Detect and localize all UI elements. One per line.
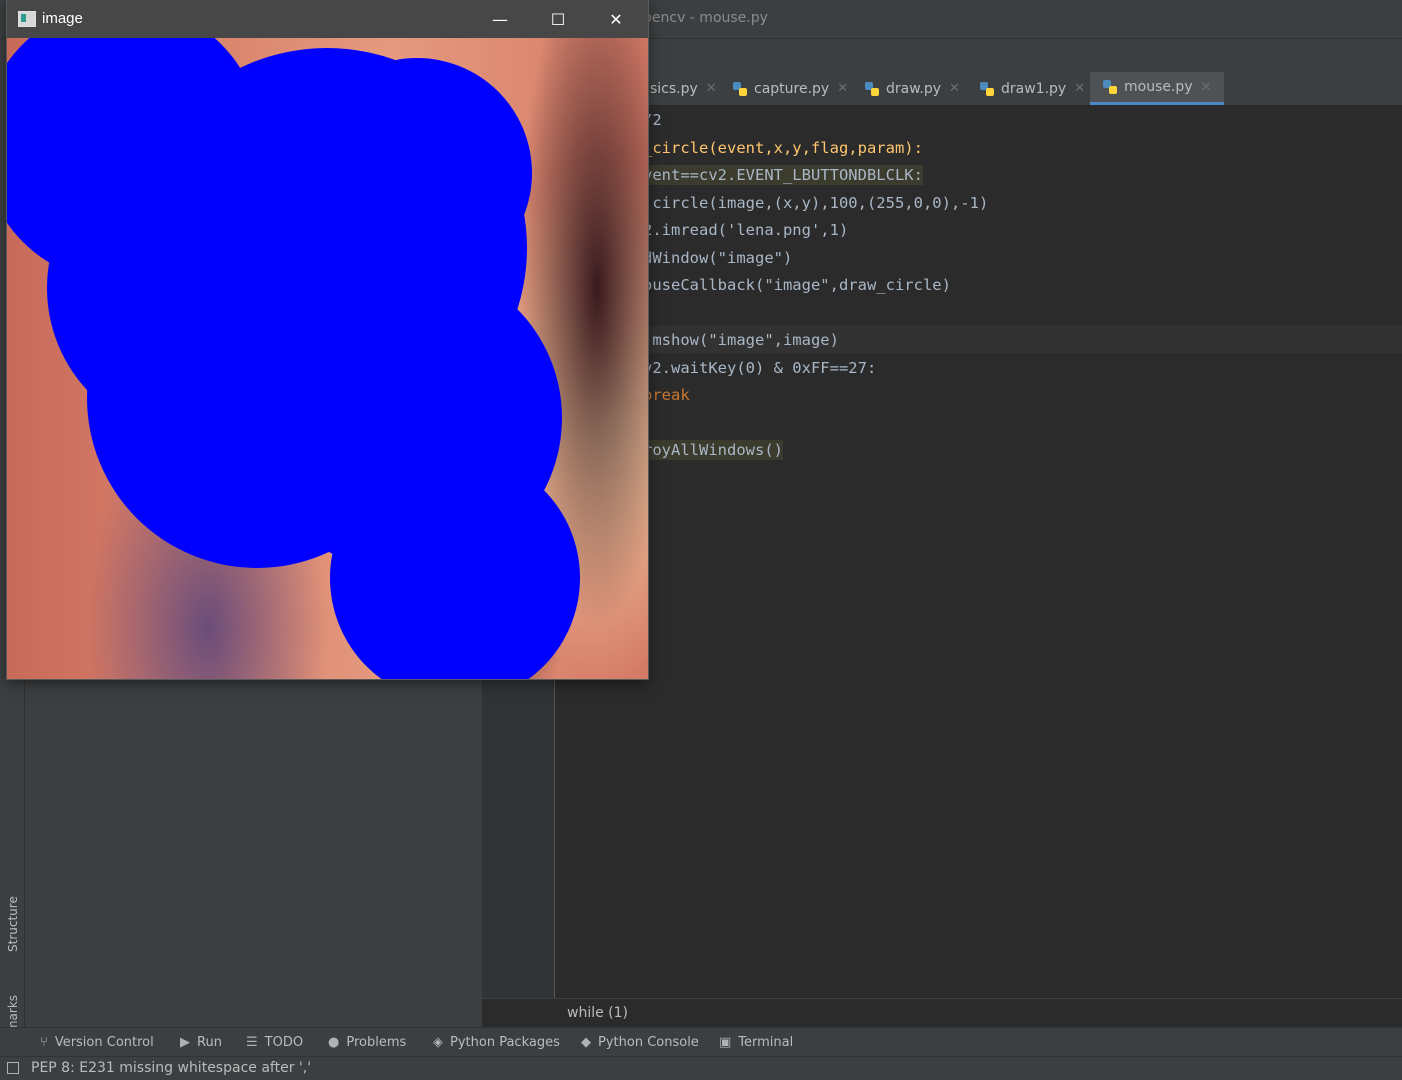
app-icon (18, 11, 36, 27)
close-icon[interactable]: ✕ (706, 81, 717, 96)
code-line: dWindow("image") (643, 249, 793, 267)
status-bar: PEP 8: E231 missing whitespace after ',' (0, 1056, 1402, 1080)
python-packages-button[interactable]: ◈ Python Packages (433, 1035, 560, 1050)
close-button[interactable]: ✕ (587, 0, 645, 38)
tool-label: Version Control (54, 1035, 154, 1050)
tab-label: mouse.py (1124, 79, 1193, 95)
version-control-button[interactable]: ⑂ Version Control (40, 1035, 154, 1050)
tab-mouse-py[interactable]: mouse.py ✕ (1090, 72, 1224, 105)
tool-label: Python Console (598, 1035, 699, 1050)
structure-label: Structure (6, 896, 20, 952)
close-icon[interactable]: ✕ (837, 81, 848, 96)
code-line: royAllWindows() (643, 440, 783, 460)
list-icon: ☰ (246, 1035, 258, 1050)
tab-sics-py[interactable]: sics.py ✕ (650, 72, 717, 105)
tool-label: Problems (346, 1035, 407, 1050)
run-button[interactable]: ▶ Run (180, 1035, 222, 1050)
tool-label: Python Packages (450, 1035, 560, 1050)
code-line: v2.waitKey(0) & 0xFF==27: (643, 359, 877, 377)
problems-button[interactable]: ● Problems (328, 1035, 406, 1050)
tool-label: Run (197, 1035, 222, 1050)
python-file-icon (864, 81, 880, 97)
drawn-circles (7, 38, 580, 679)
tab-capture-py[interactable]: capture.py ✕ (732, 72, 848, 105)
branch-icon: ⑂ (40, 1035, 48, 1050)
code-line: ouseCallback("image",draw_circle) (643, 276, 951, 294)
close-icon[interactable]: ✕ (1201, 80, 1212, 95)
layers-icon: ◈ (433, 1035, 443, 1050)
breadcrumb[interactable]: while (1) (482, 998, 1402, 1028)
ide-title-text: pencv - mouse.py (643, 10, 768, 26)
layout-toggle-icon[interactable] (7, 1062, 19, 1074)
terminal-icon: ▣ (719, 1035, 732, 1050)
run-icon: ▶ (180, 1035, 190, 1050)
tab-label: capture.py (754, 80, 830, 97)
opencv-window-title: image (42, 10, 83, 27)
opencv-window[interactable]: image — ☐ ✕ (7, 0, 648, 679)
python-icon: ◆ (581, 1035, 591, 1050)
tab-label: sics.py (650, 80, 698, 97)
code-line: .mshow("image",image) (643, 331, 839, 349)
tab-draw-py[interactable]: draw.py ✕ (864, 72, 960, 105)
tab-label: draw.py (886, 80, 942, 97)
status-message: PEP 8: E231 missing whitespace after ',' (31, 1060, 312, 1076)
todo-button[interactable]: ☰ TODO (246, 1035, 303, 1050)
maximize-button[interactable]: ☐ (529, 0, 587, 38)
python-console-button[interactable]: ◆ Python Console (581, 1035, 699, 1050)
code-line: .circle(image,(x,y),100,(255,0,0),-1) (643, 194, 989, 212)
python-file-icon (1102, 79, 1118, 95)
warning-icon: ● (328, 1035, 340, 1050)
tool-window-bar: ⑂ Version Control ▶ Run ☰ TODO ● Problems ◈ P… (0, 1027, 1402, 1057)
close-icon[interactable]: ✕ (949, 81, 960, 96)
image-canvas[interactable] (7, 38, 648, 679)
tab-label: draw1.py (1001, 80, 1067, 97)
tool-label: TODO (264, 1035, 304, 1050)
tool-label: Terminal (738, 1035, 794, 1050)
code-line: break (643, 386, 690, 404)
python-file-icon (732, 81, 748, 97)
opencv-title-bar[interactable]: image — ☐ ✕ (7, 0, 648, 38)
code-line: 2.imread('lena.png',1) (643, 221, 849, 239)
close-icon[interactable]: ✕ (1074, 81, 1085, 96)
minimize-button[interactable]: — (471, 0, 529, 38)
tab-draw1-py[interactable]: draw1.py ✕ (979, 72, 1085, 105)
code-line: vent==cv2.EVENT_LBUTTONDBLCLK: (643, 165, 923, 185)
terminal-button[interactable]: ▣ Terminal (719, 1035, 793, 1050)
code-line: _circle(event,x,y,flag,param): (643, 139, 923, 157)
python-file-icon (979, 81, 995, 97)
breadcrumb-item[interactable]: while (1) (567, 1005, 628, 1021)
